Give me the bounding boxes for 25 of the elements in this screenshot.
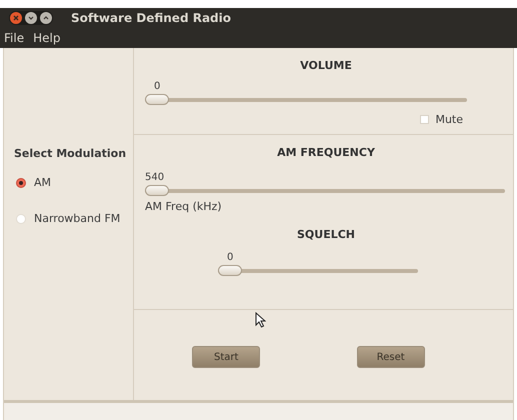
slider-caption: AM Freq (kHz) [145, 198, 223, 214]
action-button[interactable]: Start [192, 346, 260, 368]
mute-checkbox[interactable] [420, 115, 430, 124]
slider-value: 0 [154, 80, 162, 94]
pointer-cursor-icon [255, 312, 266, 328]
menu-item[interactable]: File [2, 29, 26, 47]
radio-button[interactable] [16, 178, 26, 188]
slider-thumb[interactable] [145, 94, 169, 104]
section-title: AM FREQUENCY [277, 145, 375, 161]
radio-label: Narrowband FM [34, 211, 120, 227]
slider-thumb[interactable] [145, 184, 169, 196]
mute-label: Mute [435, 112, 463, 128]
minimize-icon[interactable] [25, 12, 37, 24]
close-icon[interactable] [10, 12, 22, 24]
menu-item[interactable]: Help [31, 29, 62, 47]
section-title: Select Modulation [14, 146, 128, 162]
slider-value: 0 [227, 250, 234, 264]
window-title: Software Defined Radio [71, 10, 231, 27]
action-button[interactable]: Reset [356, 346, 425, 368]
section-title: VOLUME [300, 58, 352, 74]
slider-value: 540 [145, 170, 166, 184]
radio-label: AM [34, 174, 52, 190]
section-title: SQUELCH [296, 227, 355, 243]
maximize-icon[interactable] [40, 12, 52, 24]
slider-thumb[interactable] [218, 264, 242, 276]
